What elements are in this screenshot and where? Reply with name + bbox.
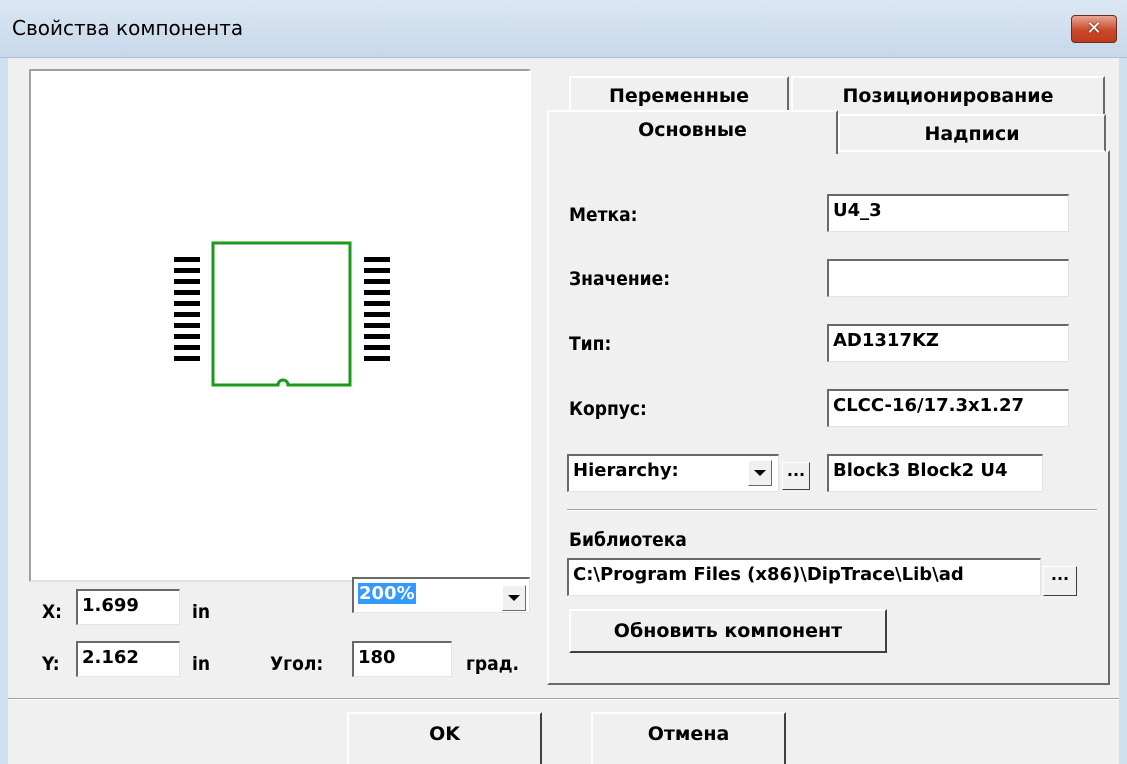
zoom-dropdown-button[interactable]: [502, 585, 526, 611]
angle-unit-label: град.: [466, 653, 520, 675]
pin: [174, 268, 200, 273]
tab-labels[interactable]: Надписи: [838, 114, 1106, 152]
component-footprint: [174, 241, 390, 387]
component-outline: [211, 241, 352, 387]
pin: [174, 334, 200, 339]
zoom-value: 200%: [358, 583, 416, 604]
package-input[interactable]: CLCC-16/17.3x1.27: [827, 389, 1069, 427]
y-coordinate-input[interactable]: 2.162: [76, 641, 180, 677]
angle-label: Угол:: [270, 653, 324, 675]
window-title: Свойства компонента: [12, 16, 244, 40]
title-bar: Свойства компонента ✕: [0, 0, 1127, 58]
library-path-input[interactable]: C:\Program Files (x86)\DipTrace\Lib\ad: [567, 558, 1041, 596]
pin: [364, 301, 390, 306]
pin: [174, 290, 200, 295]
close-icon: ✕: [1086, 18, 1102, 39]
pin: [174, 279, 200, 284]
footer-divider: [8, 698, 1119, 700]
y-unit-label: in: [192, 653, 211, 675]
value-input[interactable]: [827, 259, 1069, 297]
pin: [364, 312, 390, 317]
type-label: Тип:: [569, 333, 612, 355]
x-coordinate-input[interactable]: 1.699: [76, 589, 180, 625]
cancel-button[interactable]: Отмена: [591, 712, 786, 764]
pin: [174, 301, 200, 306]
library-browse-button[interactable]: ...: [1043, 566, 1077, 596]
pin: [174, 345, 200, 350]
component-properties-dialog: Свойства компонента ✕ X: 1.699 in 200% Y…: [0, 0, 1127, 764]
ref-label: Метка:: [569, 204, 638, 226]
left-pins: [174, 257, 200, 361]
x-unit-label: in: [192, 601, 211, 623]
tab-general[interactable]: Основные: [547, 110, 838, 154]
pin: [174, 356, 200, 361]
hierarchy-browse-button[interactable]: ...: [782, 462, 810, 490]
pin: [364, 356, 390, 361]
pin: [364, 268, 390, 273]
update-component-button[interactable]: Обновить компонент: [569, 609, 887, 653]
pin: [364, 279, 390, 284]
x-label: X:: [42, 601, 63, 623]
package-label: Корпус:: [569, 398, 647, 420]
tab-positioning[interactable]: Позиционирование: [791, 76, 1105, 116]
pin: [364, 290, 390, 295]
library-label: Библиотека: [569, 529, 687, 551]
close-button[interactable]: ✕: [1071, 15, 1117, 43]
hierarchy-dropdown-button[interactable]: [748, 460, 772, 486]
y-label: Y:: [42, 653, 60, 675]
hierarchy-path-input[interactable]: Block3 Block2 U4: [827, 454, 1043, 492]
pin: [174, 257, 200, 262]
pin: [364, 334, 390, 339]
pin: [174, 312, 200, 317]
pin: [364, 345, 390, 350]
right-pins: [364, 257, 390, 361]
value-label: Значение:: [569, 268, 671, 290]
pin: [364, 257, 390, 262]
component-preview[interactable]: [29, 69, 531, 582]
chevron-down-icon: [508, 595, 520, 601]
ref-input[interactable]: U4_3: [827, 194, 1069, 232]
ok-button[interactable]: OK: [347, 712, 542, 764]
pin: [364, 323, 390, 328]
type-input[interactable]: AD1317KZ: [827, 324, 1069, 362]
chevron-down-icon: [754, 470, 766, 476]
angle-input[interactable]: 180: [352, 641, 452, 677]
pin: [174, 323, 200, 328]
separator: [567, 509, 1097, 511]
